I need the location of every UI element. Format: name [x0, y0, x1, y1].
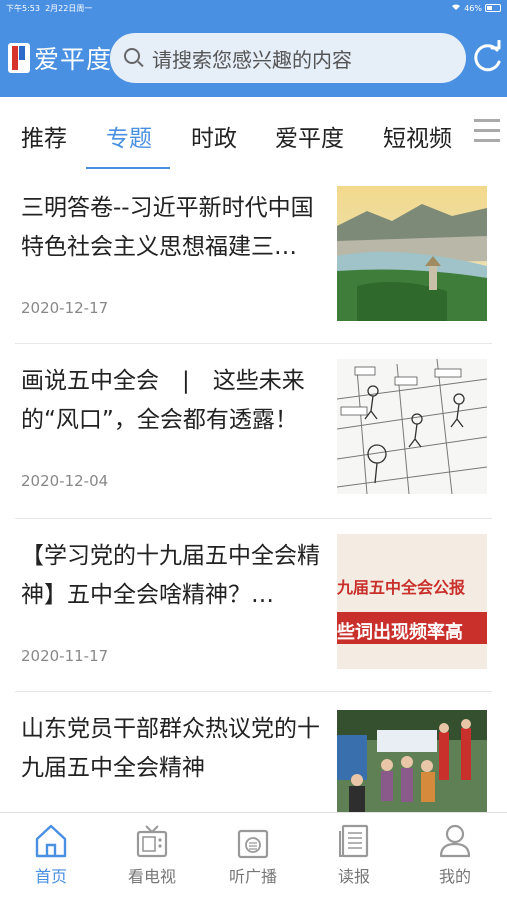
article-date: 2020-12-17 — [21, 299, 109, 317]
bottom-nav: 首页 看电视 听广播 读报 我的 — [0, 812, 507, 900]
list-item[interactable]: 山东党员干部群众热议党的十九届五中全会精神 — [0, 692, 507, 813]
search-placeholder: 请搜索您感兴趣的内容 — [152, 47, 352, 72]
list-item[interactable]: 【学习党的十九届五中全会精神】五中全会啥精神？… 2020-11-17 九届五中… — [0, 519, 507, 691]
category-tabs: 推荐 专题 时政 爱平度 短视频 — [0, 97, 507, 171]
nav-label: 看电视 — [127, 867, 176, 886]
nav-label: 读报 — [337, 867, 370, 886]
nav-tv[interactable]: 看电视 — [112, 823, 192, 887]
article-date: 2020-12-04 — [21, 472, 109, 490]
article-date: 2020-11-17 — [21, 647, 109, 665]
nav-profile[interactable]: 我的 — [415, 823, 495, 887]
wifi-icon — [451, 3, 461, 13]
article-thumbnail — [337, 359, 487, 494]
tab-politics[interactable]: 时政 — [191, 119, 237, 153]
article-title: 山东党员干部群众热议党的十九届五中全会精神 — [21, 716, 320, 781]
article-thumbnail — [337, 186, 487, 321]
tv-icon — [136, 825, 168, 858]
logo-icon — [8, 43, 30, 73]
user-icon — [439, 824, 471, 858]
radio-icon — [237, 829, 269, 859]
battery-icon — [485, 4, 501, 12]
tab-recommend[interactable]: 推荐 — [21, 119, 67, 153]
nav-home[interactable]: 首页 — [11, 823, 91, 887]
nav-newspaper[interactable]: 读报 — [314, 823, 394, 887]
tab-aipingdu[interactable]: 爱平度 — [275, 119, 344, 153]
app-logo: 爱平度 — [8, 38, 112, 78]
list-item[interactable]: 画说五中全会 | 这些未来的“风口”，全会都有透露！ 2020-12-04 — [0, 344, 507, 518]
home-icon — [35, 824, 67, 858]
tab-topics[interactable]: 专题 — [106, 119, 152, 153]
newspaper-icon — [339, 824, 369, 858]
nav-radio[interactable]: 听广播 — [213, 823, 293, 887]
search-icon — [122, 46, 146, 70]
app-name: 爱平度 — [34, 45, 113, 74]
nav-label: 听广播 — [228, 867, 277, 886]
status-time: 下午5:53 — [6, 4, 40, 13]
menu-icon[interactable] — [474, 119, 500, 143]
thumbnail-banner-text: 些词出现频率高 — [337, 622, 463, 643]
thumbnail-banner-text: 九届五中全会公报 — [337, 578, 466, 597]
tab-short-video[interactable]: 短视频 — [383, 119, 452, 153]
battery-percent: 46% — [464, 3, 482, 13]
active-tab-indicator — [86, 167, 170, 169]
article-title: 画说五中全会 | 这些未来的“风口”，全会都有透露！ — [21, 368, 305, 433]
nav-label: 我的 — [438, 867, 471, 886]
refresh-icon[interactable] — [470, 39, 504, 76]
article-thumbnail: 九届五中全会公报 些词出现频率高 — [337, 534, 487, 669]
app-header: 下午5:53 2月22日周一 46% 爱平度 请搜索您感兴趣的内容 — [0, 0, 507, 97]
article-title: 【学习党的十九届五中全会精神】五中全会啥精神？… — [21, 543, 320, 608]
nav-label: 首页 — [34, 867, 67, 886]
status-bar: 下午5:53 2月22日周一 46% — [6, 3, 501, 17]
article-title: 三明答卷--习近平新时代中国特色社会主义思想福建三… — [21, 195, 314, 260]
article-thumbnail — [337, 710, 487, 813]
list-item[interactable]: 三明答卷--习近平新时代中国特色社会主义思想福建三… 2020-12-17 — [0, 171, 507, 343]
search-bar[interactable]: 请搜索您感兴趣的内容 — [110, 33, 466, 83]
status-date: 2月22日周一 — [45, 4, 93, 13]
